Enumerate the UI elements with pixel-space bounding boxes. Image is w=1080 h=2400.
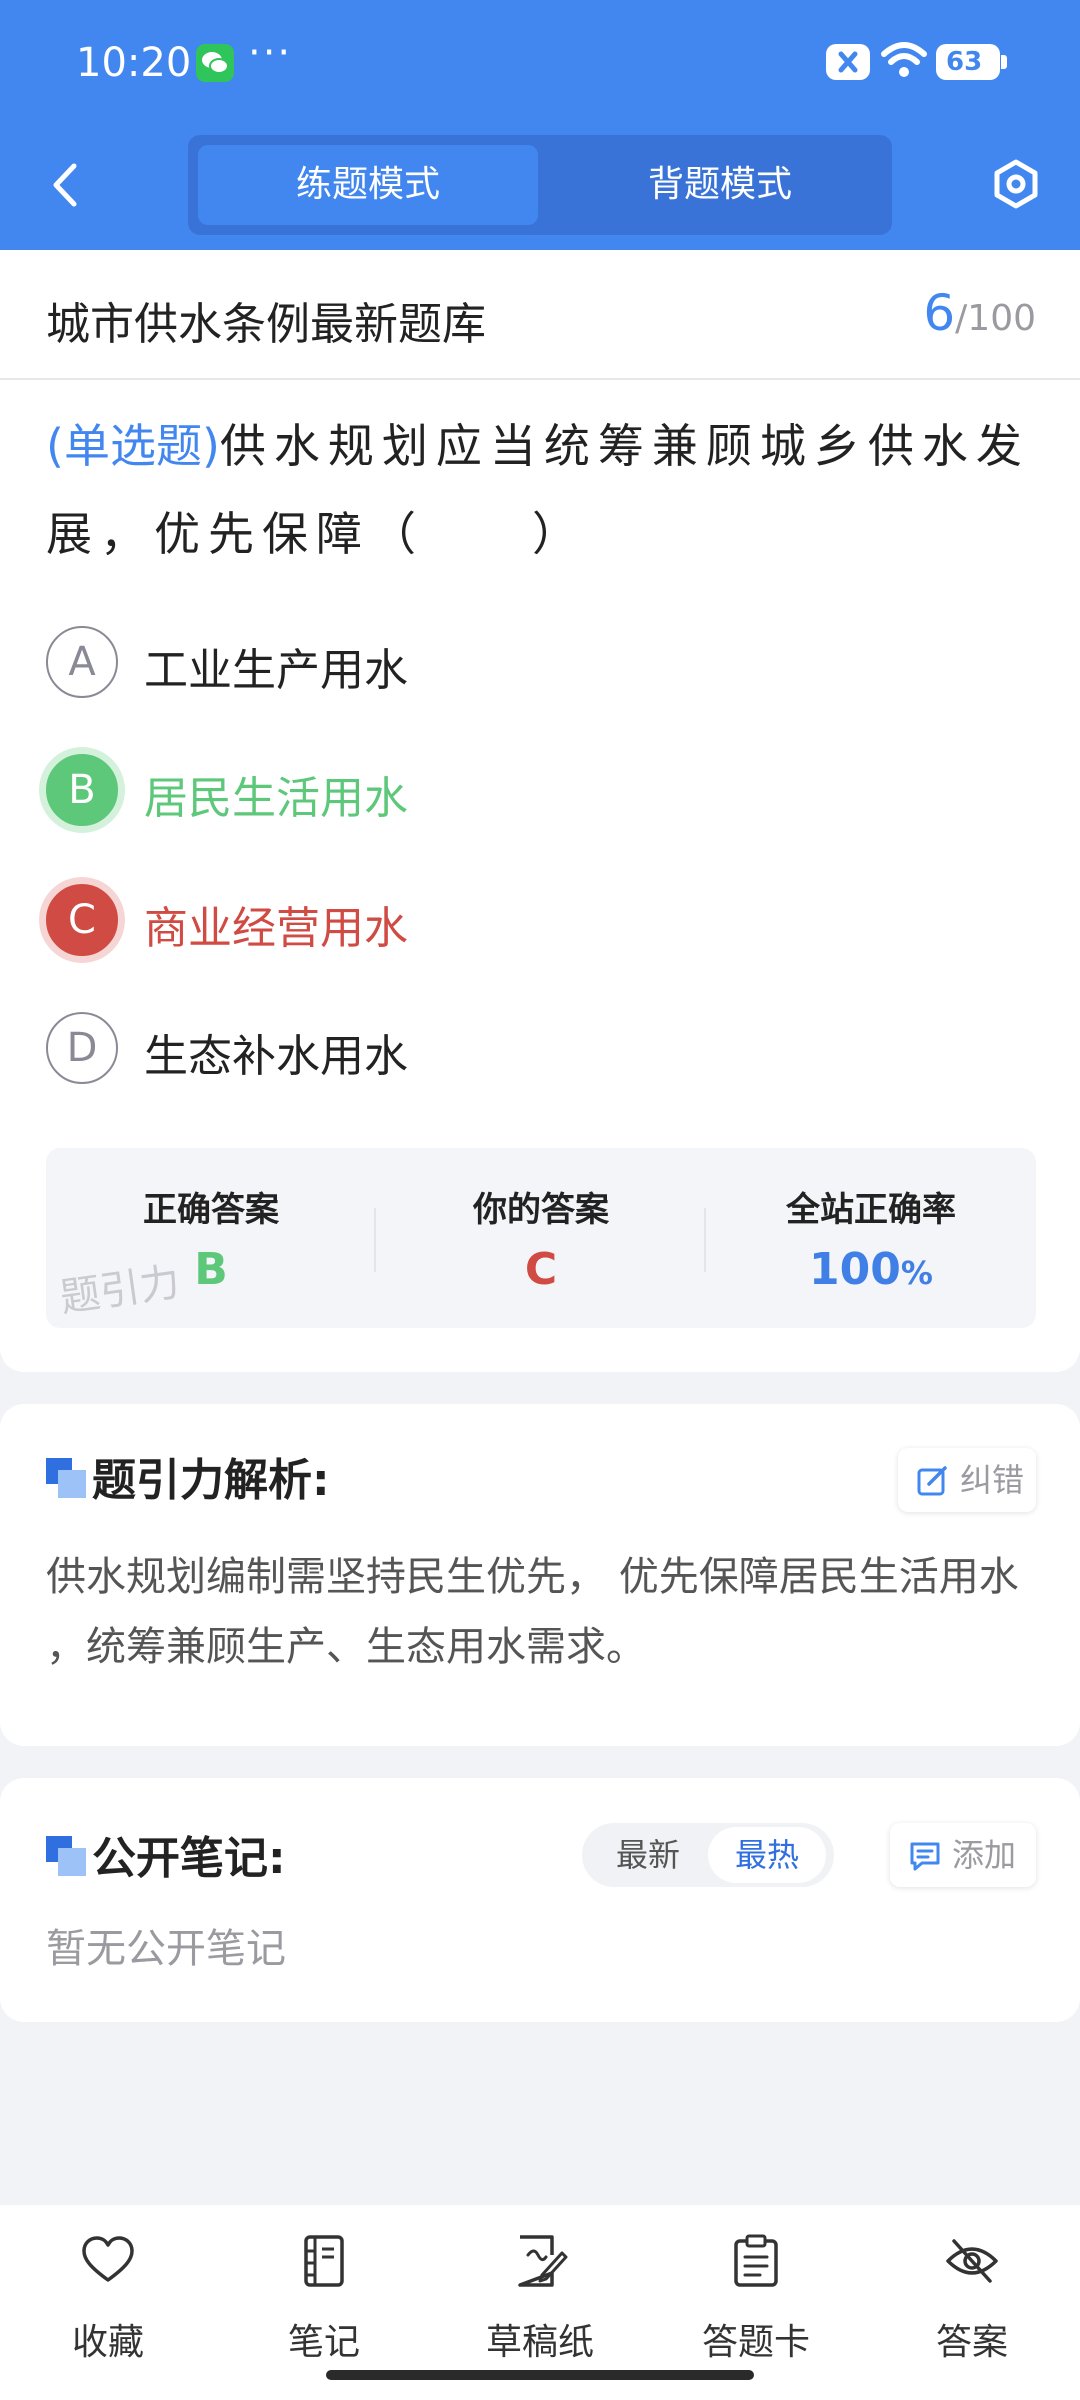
option-text: 工业生产用水 [144,645,408,696]
section-squares-icon [46,1458,86,1498]
home-indicator[interactable] [326,2370,754,2380]
nav-label: 笔记 [287,2322,360,2363]
option-a[interactable]: A 工业生产用水 [42,616,1042,706]
heart-icon [82,2236,134,2282]
empty-notes-text: 暂无公开笔记 [46,1926,286,1972]
nav-answer-card[interactable]: 答题卡 [648,2225,864,2365]
option-letter: C [46,884,118,956]
option-letter: B [46,754,118,826]
analysis-title: 题引力解析: [92,1455,330,1506]
sort-newest[interactable]: 最新 [590,1827,706,1883]
analysis-card: 题引力解析: 纠错 供水规划编制需坚持民生优先， 优先保障居民生活用水 ，统筹兼… [0,1404,1080,1746]
question-type-label: (单选题) [46,419,220,473]
add-note-button[interactable]: 添加 [890,1823,1036,1887]
public-notes-card: 公开笔记: 最新 最热 添加 暂无公开笔记 [0,1778,1080,2022]
notebook-icon [304,2235,344,2287]
accuracy-number: 100 [809,1244,901,1295]
no-sim-icon [826,44,870,80]
nav-scratch-paper[interactable]: 草稿纸 [432,2225,648,2365]
answer-summary: 正确答案 B 你的答案 C 全站正确率 100% 题引力 [46,1148,1036,1328]
question-stem: (单选题)供水规划应当统筹兼顾城乡供水发展，优先保障（ ） [46,402,1036,578]
option-b[interactable]: B 居民生活用水 [42,744,1042,834]
section-squares-icon [46,1836,86,1876]
notes-title: 公开笔记: [92,1833,286,1884]
wifi-icon [880,40,928,84]
scratch-paper-icon [518,2235,568,2287]
analysis-text: 供水规划编制需坚持民生优先， 优先保障居民生活用水 ，统筹兼顾生产、生态用水需求… [46,1554,1019,1670]
status-overflow: ··· [248,30,293,76]
sort-hottest[interactable]: 最热 [708,1827,826,1883]
status-time: 10:20 [76,40,192,86]
battery-icon: 63 [936,44,1007,80]
practice-page: 10:20 ··· 63 练题模式 背题模式 城市供水条例最新题库 6/100 … [0,0,1080,2400]
status-bar: 10:20 ··· 63 [0,0,1080,125]
option-d[interactable]: D 生态补水用水 [42,1002,1042,1092]
your-answer-col: 你的答案 C [376,1148,706,1328]
report-error-label: 纠错 [960,1461,1025,1499]
notes-sort-toggle: 最新 最热 [582,1823,834,1887]
back-chevron-icon[interactable] [44,160,88,210]
progress-current: 6 [923,284,956,342]
your-answer-value: C [524,1244,558,1295]
settings-hexagon-icon[interactable] [990,158,1042,214]
progress-total: /100 [955,298,1036,339]
accuracy-value: 100% [706,1244,1036,1295]
question-bank-header: 城市供水条例最新题库 6/100 [0,250,1080,380]
accuracy-label: 全站正确率 [786,1190,956,1230]
tab-memorize-mode[interactable]: 背题模式 [550,145,890,225]
wechat-icon [196,44,234,82]
answer-card-icon [734,2234,778,2287]
app-header: 10:20 ··· 63 练题模式 背题模式 [0,0,1080,250]
your-answer-label: 你的答案 [473,1190,609,1230]
nav-label: 收藏 [71,2322,144,2363]
nav-notes[interactable]: 笔记 [216,2225,432,2365]
bank-title: 城市供水条例最新题库 [46,299,486,350]
nav-label: 答案 [935,2322,1008,2363]
question-progress: 6/100 [923,284,1036,342]
option-text: 商业经营用水 [144,903,408,954]
add-note-label: 添加 [952,1836,1017,1874]
correct-answer-label: 正确答案 [143,1190,279,1230]
option-letter: A [46,626,118,698]
eye-off-icon [946,2239,998,2283]
mode-switch: 练题模式 背题模式 [188,135,892,235]
option-letter: D [46,1012,118,1084]
report-error-button[interactable]: 纠错 [898,1448,1036,1512]
option-c[interactable]: C 商业经营用水 [42,874,1042,964]
nav-label: 草稿纸 [485,2322,594,2363]
tab-practice-mode[interactable]: 练题模式 [198,145,538,225]
option-text: 居民生活用水 [144,773,408,824]
option-text: 生态补水用水 [144,1031,408,1082]
edit-icon [917,1466,947,1496]
comment-icon [910,1842,940,1871]
accuracy-unit: % [900,1254,933,1292]
nav-favorite[interactable]: 收藏 [0,2225,216,2365]
nav-label: 答题卡 [701,2322,810,2363]
nav-answer[interactable]: 答案 [864,2225,1080,2365]
accuracy-col: 全站正确率 100% [706,1148,1036,1328]
question-card: (单选题)供水规划应当统筹兼顾城乡供水发展，优先保障（ ） A 工业生产用水 B… [0,380,1080,1372]
